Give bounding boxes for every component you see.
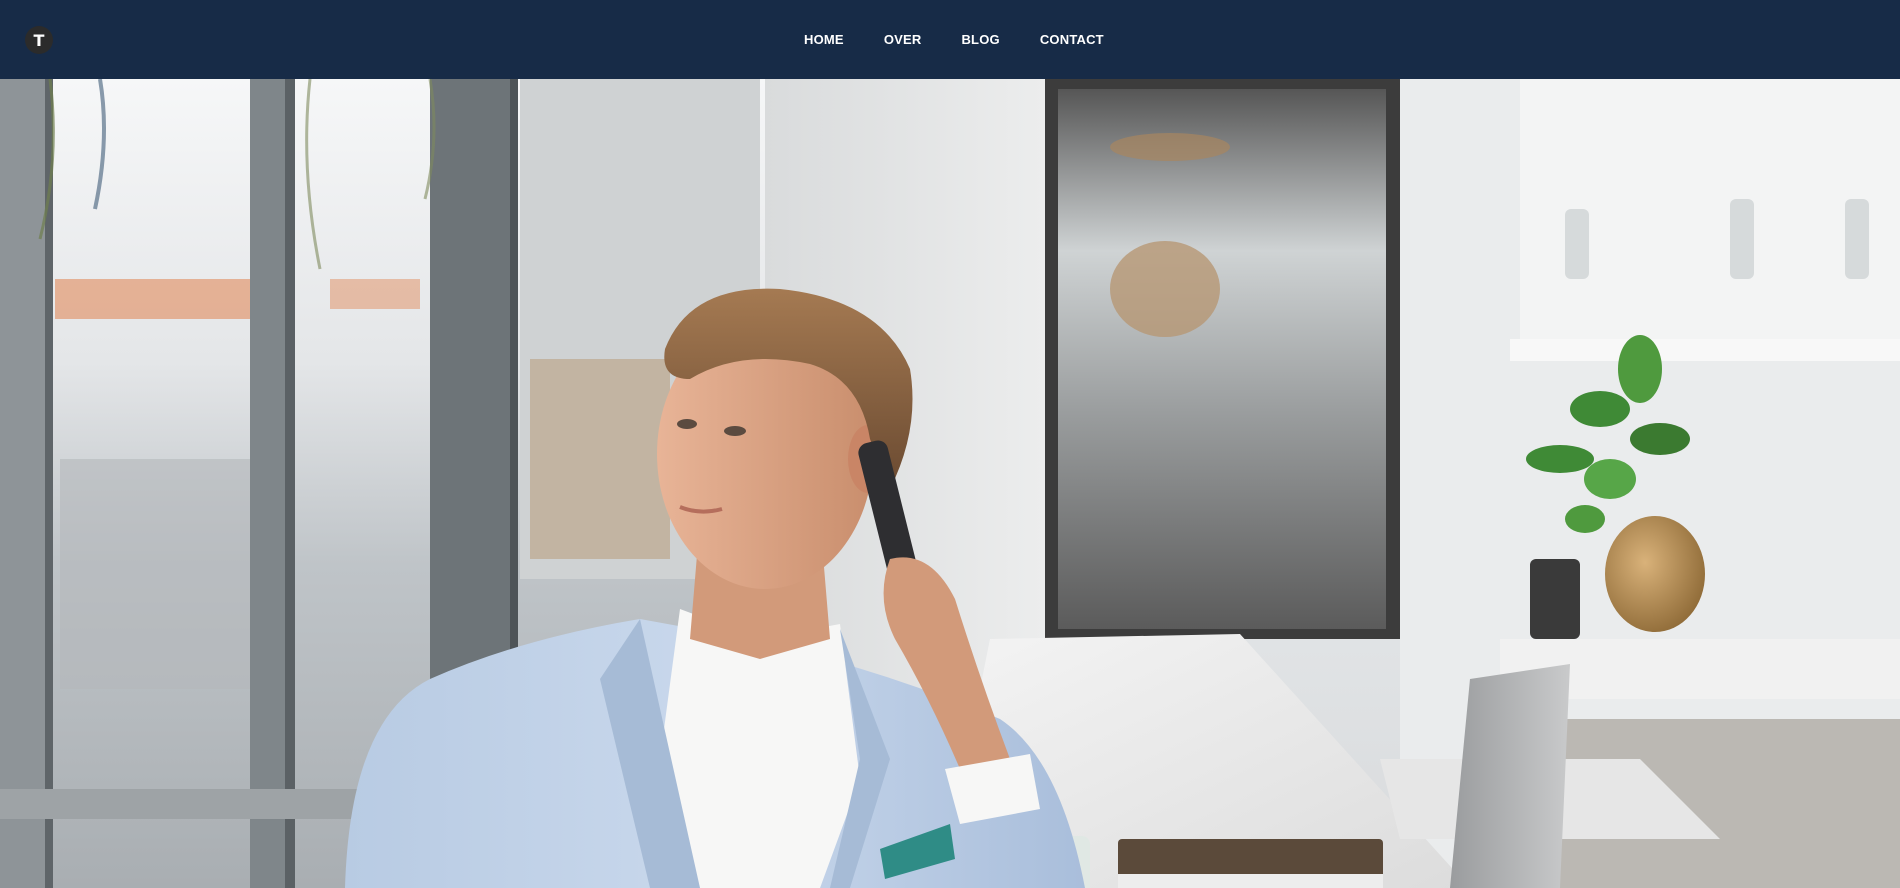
hero-image (0, 79, 1900, 888)
main-nav: HOME OVER BLOG CONTACT (804, 0, 1104, 79)
hero-illustration (0, 79, 1900, 888)
logo-icon[interactable]: T (25, 26, 53, 54)
top-navbar: T HOME OVER BLOG CONTACT (0, 0, 1900, 79)
nav-link-over[interactable]: OVER (884, 0, 922, 79)
nav-link-contact[interactable]: CONTACT (1040, 0, 1104, 79)
nav-link-home[interactable]: HOME (804, 0, 844, 79)
nav-link-blog[interactable]: BLOG (961, 0, 999, 79)
